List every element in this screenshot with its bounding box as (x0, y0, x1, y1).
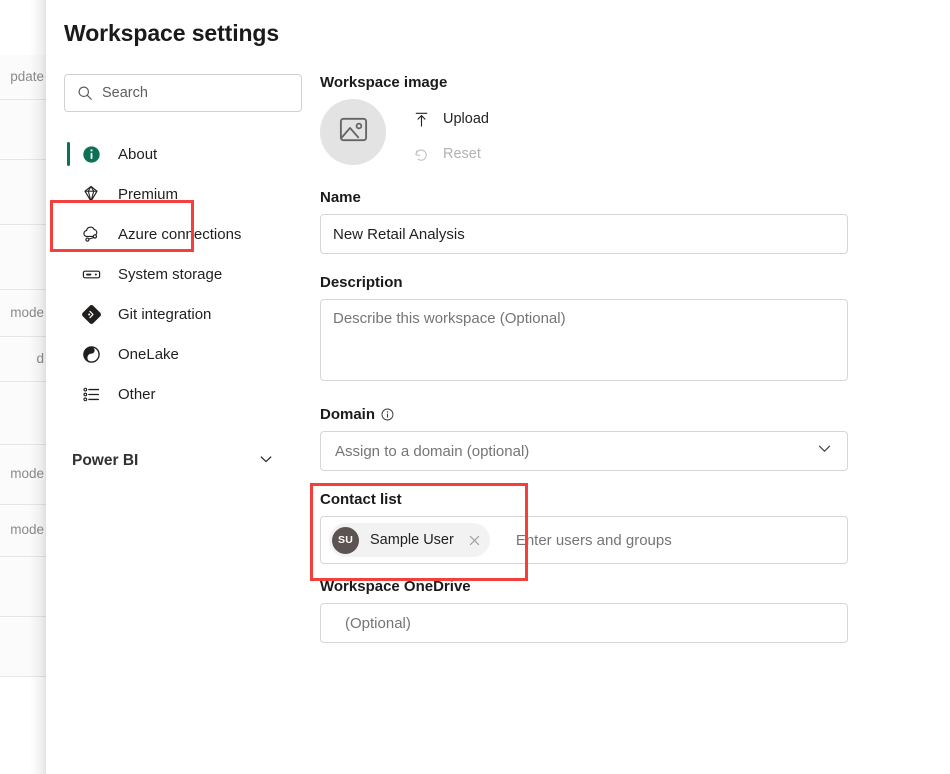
sidebar-item-label: OneLake (118, 346, 179, 363)
sidebar-group-power-bi[interactable]: Power BI (64, 444, 288, 478)
contact-list-label: Contact list (320, 491, 860, 508)
diamond-icon (80, 183, 102, 205)
settings-form: Workspace image (320, 74, 860, 643)
close-icon[interactable] (464, 534, 486, 547)
sidebar-item-label: System storage (118, 266, 222, 283)
onedrive-input[interactable] (320, 603, 848, 643)
person-name: Sample User (370, 532, 454, 548)
domain-select-value: Assign to a domain (optional) (335, 443, 529, 460)
storage-icon (80, 263, 102, 285)
upload-icon (410, 111, 432, 128)
search-box[interactable] (64, 74, 302, 112)
onedrive-label: Workspace OneDrive (320, 578, 860, 595)
onelake-icon (80, 343, 102, 365)
contact-list-field: Contact list SU Sample User Enter users … (320, 491, 860, 564)
domain-label: Domain (320, 406, 860, 423)
search-input[interactable] (102, 85, 277, 101)
sidebar-nav-list: About Premium (64, 134, 304, 414)
sidebar-item-azure-connections[interactable]: Azure connections (64, 214, 304, 254)
description-label: Description (320, 274, 860, 291)
sidebar-item-label: Git integration (118, 306, 211, 323)
upload-label: Upload (443, 111, 489, 127)
git-branch-icon (80, 303, 102, 325)
workspace-settings-panel: Workspace settings (46, 0, 950, 774)
undo-icon (410, 146, 432, 163)
contact-list-placeholder: Enter users and groups (516, 532, 672, 549)
chevron-down-icon (816, 440, 833, 462)
person-chip[interactable]: SU Sample User (329, 523, 490, 557)
name-input[interactable] (320, 214, 848, 254)
workspace-image-thumbnail[interactable] (320, 99, 386, 165)
workspace-image-actions: Upload Reset (410, 99, 489, 169)
image-placeholder-icon (337, 113, 370, 151)
sidebar-item-label: Premium (118, 186, 178, 203)
search-icon (77, 85, 93, 101)
page-title: Workspace settings (64, 20, 279, 47)
selection-accent-bar (67, 142, 70, 166)
info-outline-icon[interactable] (381, 408, 394, 421)
workspace-image-label: Workspace image (320, 74, 860, 91)
domain-select[interactable]: Assign to a domain (optional) (320, 431, 848, 471)
sidebar-item-other[interactable]: Other (64, 374, 304, 414)
upload-button[interactable]: Upload (410, 104, 489, 134)
domain-label-text: Domain (320, 406, 375, 423)
description-textarea[interactable] (320, 299, 848, 381)
reset-label: Reset (443, 146, 481, 162)
sidebar-item-label: Other (118, 386, 156, 403)
cloud-link-icon (80, 223, 102, 245)
reset-button[interactable]: Reset (410, 139, 489, 169)
chevron-down-icon (258, 451, 274, 472)
sidebar-item-label: Azure connections (118, 226, 241, 243)
info-circle-icon (80, 143, 102, 165)
sidebar-group-label: Power BI (72, 452, 138, 470)
sidebar-item-onelake[interactable]: OneLake (64, 334, 304, 374)
sidebar-item-git-integration[interactable]: Git integration (64, 294, 304, 334)
sidebar-item-about[interactable]: About (64, 134, 304, 174)
contact-list-input[interactable]: SU Sample User Enter users and groups (320, 516, 848, 564)
name-label: Name (320, 189, 860, 206)
sidebar-item-premium[interactable]: Premium (64, 174, 304, 214)
settings-sidebar: About Premium (64, 74, 304, 478)
avatar: SU (332, 527, 359, 554)
panel-shadow (30, 0, 46, 774)
sidebar-item-label: About (118, 146, 157, 163)
workspace-settings-screen: pdatemodedmodemode Workspace settings (0, 0, 950, 774)
workspace-image-row: Upload Reset (320, 99, 860, 169)
sidebar-item-system-storage[interactable]: System storage (64, 254, 304, 294)
list-settings-icon (80, 383, 102, 405)
